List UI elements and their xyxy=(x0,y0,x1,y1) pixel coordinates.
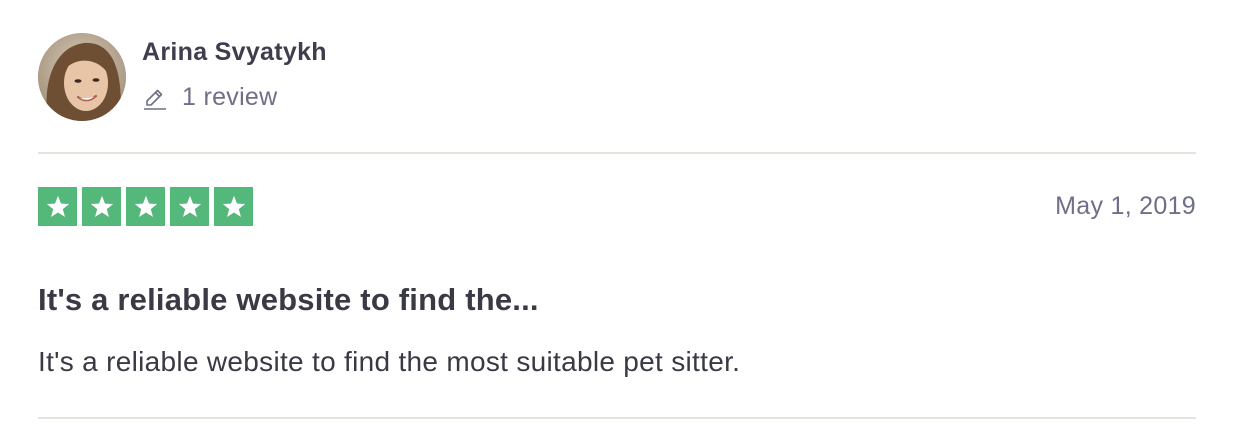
reviewer-header: Arina Svyatykh 1 review xyxy=(38,32,327,122)
review-card: Arina Svyatykh 1 review May 1, 2019 It's… xyxy=(38,0,1196,440)
star-rating xyxy=(38,187,253,226)
review-count: 1 review xyxy=(142,83,327,111)
review-body: It's a reliable website to find the most… xyxy=(38,346,741,377)
pencil-icon xyxy=(142,84,168,110)
reviewer-name[interactable]: Arina Svyatykh xyxy=(142,37,327,67)
avatar[interactable] xyxy=(38,33,126,121)
review-date: May 1, 2019 xyxy=(1055,192,1196,220)
star-icon xyxy=(38,187,77,226)
avatar-photo xyxy=(38,33,126,121)
divider xyxy=(38,152,1196,154)
star-icon xyxy=(82,187,121,226)
review-title[interactable]: It's a reliable website to find the... xyxy=(38,282,539,318)
review-count-label: 1 review xyxy=(182,83,278,111)
star-icon xyxy=(170,187,209,226)
divider xyxy=(38,417,1196,419)
star-icon xyxy=(214,187,253,226)
reviewer-info: Arina Svyatykh 1 review xyxy=(142,38,327,111)
star-icon xyxy=(126,187,165,226)
